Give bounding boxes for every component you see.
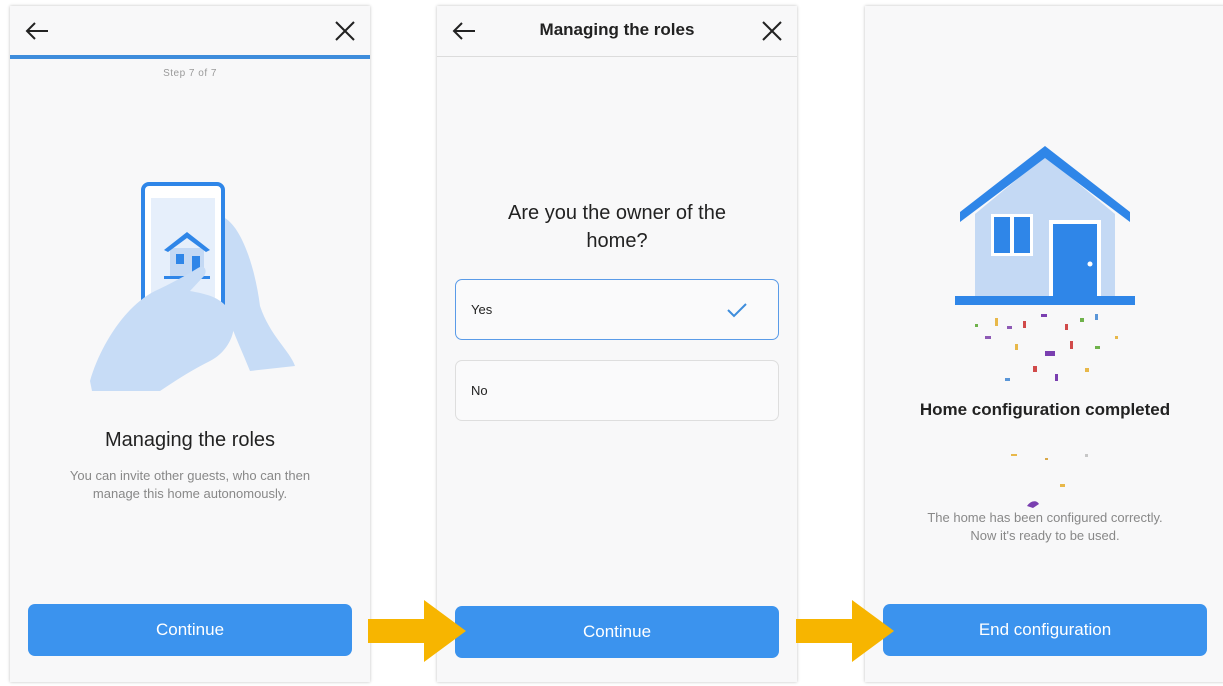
question-line-2: home? [586, 230, 648, 252]
flow-arrow [796, 600, 894, 662]
step-indicator: Step 7 of 7 [163, 68, 217, 79]
top-bar [10, 6, 370, 56]
page-title: Managing the roles [104, 429, 276, 451]
top-bar: Managing the roles [437, 6, 797, 56]
phone-house-illustration [90, 182, 295, 391]
close-icon[interactable] [761, 20, 783, 42]
back-arrow-icon[interactable] [24, 20, 50, 42]
flow-arrow [368, 600, 466, 662]
subtitle-line-2: manage this home autonomously. [92, 486, 288, 501]
subtitle-line-2: Now it's ready to be used. [970, 528, 1120, 543]
end-configuration-button[interactable]: End configuration [883, 604, 1207, 656]
house-illustration [955, 146, 1135, 381]
header-title: Managing the roles [539, 20, 695, 39]
screen-owner-question: Managing the roles Are you the owner of … [437, 6, 797, 682]
confetti-bottom [1011, 454, 1088, 508]
screen-step-7: Step 7 of 7 Managing the roles You can i… [10, 6, 370, 682]
option-yes[interactable]: Yes [455, 279, 779, 340]
subtitle-line-1: You can invite other guests, who can the… [69, 468, 311, 483]
option-yes-label: Yes [471, 302, 493, 317]
option-no-label: No [471, 383, 488, 398]
close-icon[interactable] [334, 20, 356, 42]
option-no[interactable]: No [455, 360, 779, 421]
question-line-1: Are you the owner of the [508, 202, 726, 224]
screen-configuration-completed: Home configuration completed The home ha… [865, 6, 1223, 682]
completion-title: Home configuration completed [919, 400, 1171, 419]
checkmark-icon [727, 303, 747, 318]
continue-button[interactable]: Continue [28, 604, 352, 656]
header-divider [437, 56, 797, 57]
progress-bar [10, 55, 370, 59]
subtitle-line-1: The home has been configured correctly. [927, 510, 1163, 525]
continue-button[interactable]: Continue [455, 606, 779, 658]
